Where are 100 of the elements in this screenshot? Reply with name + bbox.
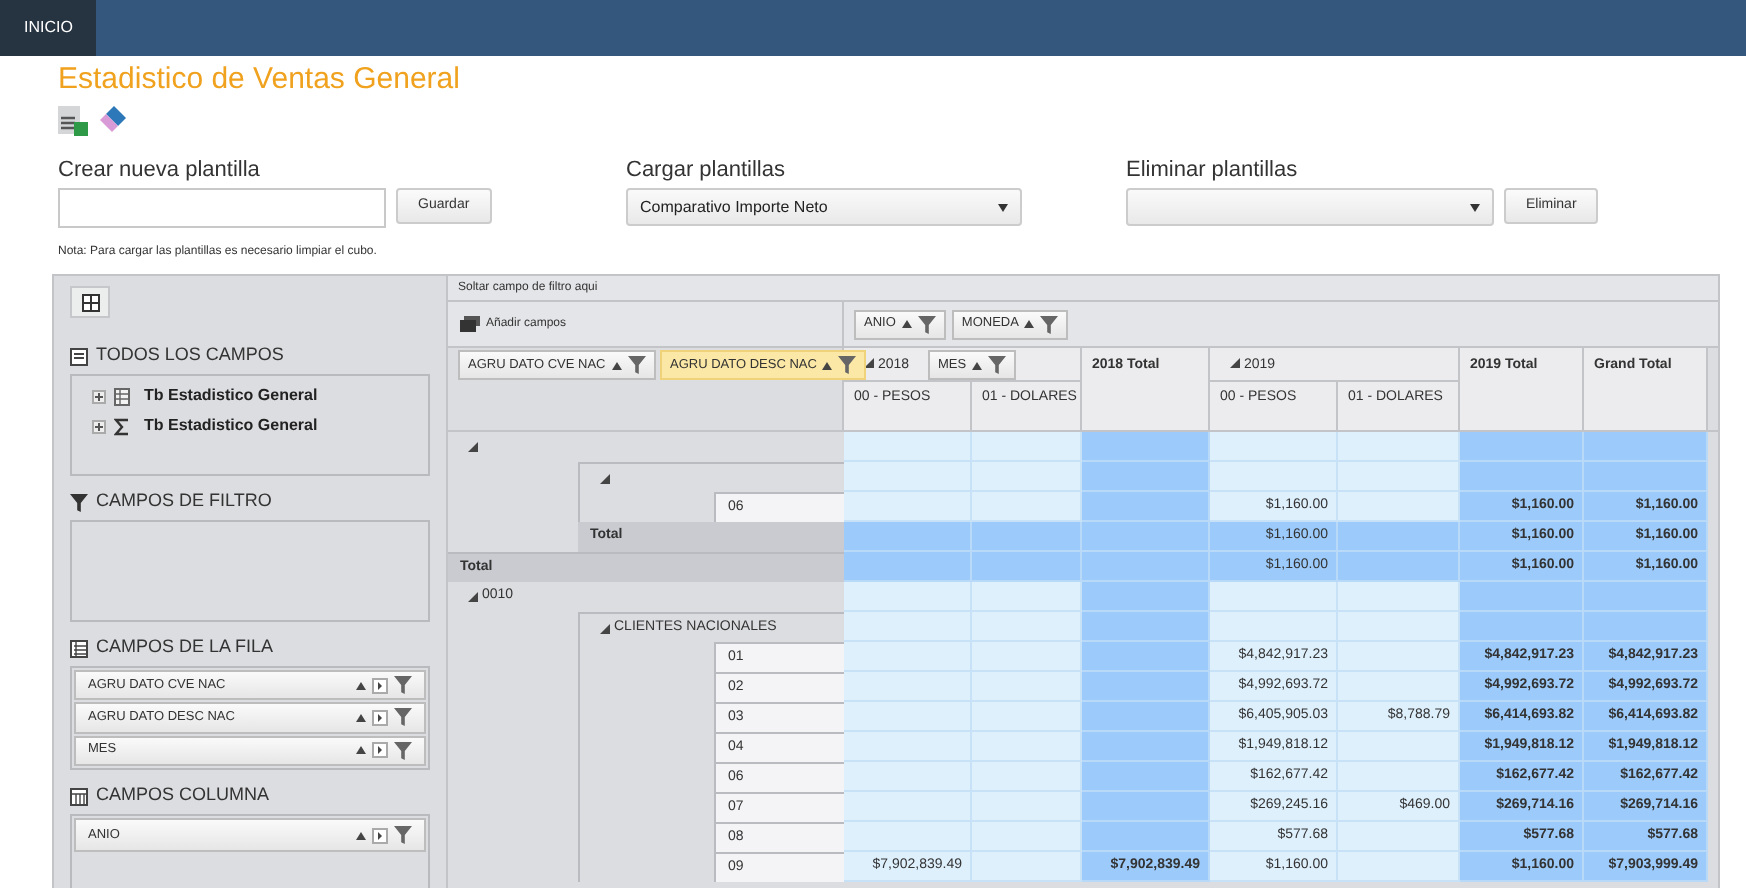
- export-icon[interactable]: [58, 105, 88, 135]
- value-cell: [1338, 582, 1460, 612]
- value-cell: [1584, 462, 1708, 492]
- section-title: CAMPOS COLUMNA: [96, 782, 270, 809]
- expand-icon[interactable]: [92, 389, 106, 403]
- value-cell: [972, 702, 1082, 732]
- value-cell: [844, 642, 972, 672]
- value-cell: [844, 672, 972, 702]
- value-cell: [972, 672, 1082, 702]
- grid-icon: [81, 293, 99, 311]
- value-cell: [844, 522, 972, 552]
- field-label: Cargar plantillas: [626, 158, 787, 184]
- nav-tab[interactable]: INICIO: [0, 0, 97, 56]
- value-cell: [972, 762, 1082, 792]
- value-cell: [844, 582, 972, 612]
- value-cell: [844, 432, 972, 462]
- value-cell: [972, 582, 1082, 612]
- sort-icon[interactable]: [1024, 320, 1035, 328]
- value-cell: [1082, 492, 1210, 522]
- field-label: Crear nueva plantilla: [58, 158, 262, 184]
- value-cell: [1338, 522, 1460, 552]
- value-cell: [844, 822, 972, 852]
- value-cell: [1082, 642, 1210, 672]
- tree-item[interactable]: Tb Estadistico General: [144, 414, 318, 438]
- value-cell: [972, 522, 1082, 552]
- eraser-icon[interactable]: [96, 104, 128, 136]
- section-title: TODOS LOS CAMPOS: [96, 342, 284, 369]
- value-cell: [1082, 522, 1210, 552]
- value-cell: [972, 432, 1082, 462]
- sort-icon[interactable]: [901, 320, 912, 328]
- expand-arrow-icon[interactable]: [372, 827, 388, 843]
- value-cell: [844, 492, 972, 522]
- value-cell: [1460, 582, 1584, 612]
- value-cell: [1338, 462, 1460, 492]
- value-cell: [1584, 432, 1708, 462]
- expand-arrow-icon[interactable]: [372, 709, 388, 726]
- value-cell: [844, 612, 972, 642]
- value-cell: [1338, 612, 1460, 642]
- value-cell: [844, 702, 972, 732]
- template-select[interactable]: Comparativo Importe Neto: [626, 188, 1022, 226]
- sort-icon[interactable]: [822, 361, 833, 369]
- value-cell: [972, 852, 1082, 882]
- expand-arrow-icon[interactable]: [372, 742, 388, 759]
- expand-icon[interactable]: [92, 419, 106, 433]
- value-cell: [1338, 732, 1460, 762]
- value-cell: [1338, 432, 1460, 462]
- page-title: Estadistico de Ventas General: [56, 60, 462, 98]
- rows-icon: [70, 639, 88, 657]
- value-cell: [972, 792, 1082, 822]
- filter-icon[interactable]: [917, 315, 936, 333]
- value-cell: [844, 732, 972, 762]
- value-cell: [1460, 462, 1584, 492]
- value-cell: [972, 642, 1082, 672]
- template-name-field[interactable]: [58, 188, 386, 228]
- sort-icon[interactable]: [356, 746, 366, 755]
- value-cell: [1082, 762, 1210, 792]
- filter-icon[interactable]: [627, 356, 646, 374]
- value-cell: [1082, 552, 1210, 582]
- sort-icon[interactable]: [972, 361, 983, 369]
- value-cell: [844, 792, 972, 822]
- value-cell: [1082, 822, 1210, 852]
- section-title: CAMPOS DE LA FILA: [96, 634, 274, 661]
- expanded-triangle-icon[interactable]: [468, 442, 478, 452]
- value-cell: [1460, 612, 1584, 642]
- value-cell: [844, 462, 972, 492]
- sort-icon[interactable]: [356, 681, 366, 690]
- filter-icon[interactable]: [838, 356, 857, 374]
- value-cell: [1210, 432, 1338, 462]
- dropdown-arrow-icon: [1470, 203, 1480, 211]
- value-cell: [1082, 582, 1210, 612]
- value-cell: [1210, 582, 1338, 612]
- expanded-triangle-icon[interactable]: [600, 623, 610, 633]
- value-cell: [972, 732, 1082, 762]
- dropdown-arrow-icon: [998, 203, 1008, 211]
- value-cell: [1338, 852, 1460, 882]
- value-cell: [1082, 702, 1210, 732]
- value-cell: [1338, 492, 1460, 522]
- value-cell: [844, 552, 972, 582]
- value-cell: [844, 762, 972, 792]
- table-icon: [114, 387, 130, 405]
- sort-icon[interactable]: [356, 713, 366, 722]
- list-icon: [70, 347, 88, 365]
- expand-arrow-icon[interactable]: [372, 677, 388, 694]
- filter-icon[interactable]: [394, 826, 412, 844]
- stack-icon: [460, 316, 480, 332]
- sort-icon[interactable]: [356, 831, 366, 839]
- value-cell: [1338, 642, 1460, 672]
- tree-item[interactable]: Tb Estadistico General: [144, 384, 318, 408]
- layout-button[interactable]: [70, 286, 110, 318]
- filter-icon: [70, 493, 88, 511]
- filter-icon[interactable]: [988, 356, 1007, 374]
- expanded-triangle-icon[interactable]: [468, 592, 478, 602]
- filter-icon[interactable]: [1040, 315, 1059, 333]
- value-cell: [1082, 612, 1210, 642]
- expanded-triangle-icon[interactable]: [1230, 358, 1240, 368]
- value-cell: [1082, 432, 1210, 462]
- value-cell: [1338, 822, 1460, 852]
- sort-icon[interactable]: [611, 361, 622, 369]
- expanded-triangle-icon[interactable]: [600, 473, 610, 483]
- value-cell: [1082, 462, 1210, 492]
